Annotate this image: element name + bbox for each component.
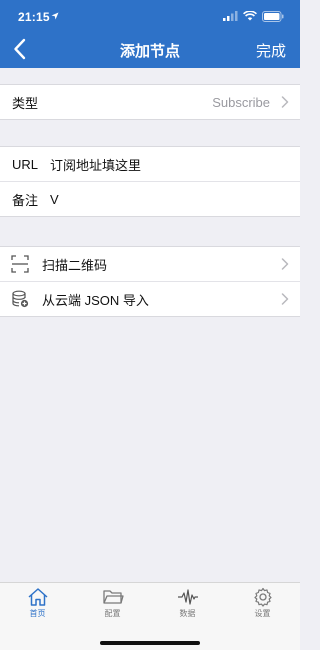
status-time: 21:15 [18,10,50,24]
url-label: URL [12,156,39,172]
type-label: 类型 [12,95,39,111]
folder-icon [102,590,124,604]
navigation-bar: 添加节点 完成 [0,30,300,68]
chevron-right-icon [281,258,289,270]
scan-qr-label: 扫描二维码 [42,257,108,273]
type-value: Subscribe [212,94,270,110]
scan-qr-icon [11,255,29,273]
location-arrow-icon [51,12,59,20]
home-indicator [100,641,200,645]
tab-config-label: 配置 [104,609,121,618]
tab-bar: 首页 配置 数据 设置 [0,582,300,650]
tab-data-label: 数据 [179,609,196,618]
type-row[interactable]: 类型 Subscribe [0,85,300,119]
battery-icon [262,10,284,22]
note-label: 备注 [12,192,39,208]
tab-config[interactable]: 配置 [75,587,150,623]
signal-icon [223,11,238,21]
status-indicators [223,10,284,22]
tab-settings[interactable]: 设置 [225,587,300,623]
detail-group: URL 订阅地址填这里 备注 V [0,146,300,217]
tab-settings-label: 设置 [254,609,271,618]
url-input[interactable]: 订阅地址填这里 [50,155,141,174]
tab-home-label: 首页 [29,609,46,618]
done-button[interactable]: 完成 [256,40,286,61]
note-row[interactable]: 备注 V [0,181,300,216]
header: 21:15 添加节点 完成 [0,0,300,68]
database-import-icon [12,290,29,308]
type-group: 类型 Subscribe [0,84,300,120]
tab-data[interactable]: 数据 [150,587,225,623]
cloud-import-label: 从云端 JSON 导入 [42,292,149,308]
chevron-right-icon [281,293,289,305]
chevron-right-icon [281,96,289,108]
note-input[interactable]: V [50,192,59,207]
cloud-import-row[interactable]: 从云端 JSON 导入 [0,281,300,316]
scan-qr-row[interactable]: 扫描二维码 [0,247,300,281]
waveform-icon [177,589,198,605]
status-bar: 21:15 [0,0,300,30]
url-row[interactable]: URL 订阅地址填这里 [0,147,300,181]
home-icon [28,588,47,606]
wifi-icon [243,11,257,21]
actions-group: 扫描二维码 从云端 JSON 导入 [0,246,300,317]
gear-icon [253,587,272,607]
tab-home[interactable]: 首页 [0,587,75,623]
